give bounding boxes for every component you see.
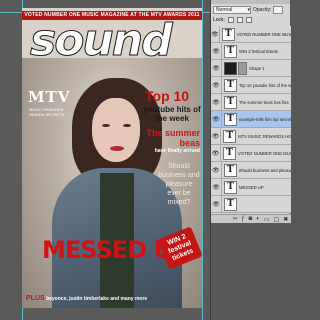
eye-icon[interactable]: 👁: [211, 26, 220, 42]
cover-should-text: Should business and pleasure ever be mix…: [158, 163, 200, 206]
layers-panel: Normal ▾ Opacity: Lock: 👁 T VOTED NUMBER O…: [210, 0, 291, 320]
text-layer-icon[interactable]: T: [224, 44, 237, 58]
adjustment-icon[interactable]: ◐: [256, 216, 260, 222]
layer-name: VOTED NUMBER ONE MUSIC: [238, 150, 291, 156]
layer-name: Should business and pleasur: [238, 167, 291, 173]
cover-photo-eye: [123, 124, 131, 127]
layer-row[interactable]: 👁 T Top 10 youtube hits of the w: [211, 77, 291, 94]
text-layer-icon[interactable]: T: [223, 129, 237, 143]
cover-footer-plus: PLUS: [26, 295, 45, 302]
mask-icon[interactable]: ◙: [249, 216, 253, 222]
lock-label: Lock:: [213, 17, 225, 23]
blend-mode-value: Normal: [216, 6, 233, 13]
layer-row[interactable]: 👁 T MTV MUSIC REWARDS HIDD: [211, 128, 291, 145]
eye-icon[interactable]: 👁: [211, 179, 222, 195]
layer-row[interactable]: 👁 T VOTED NUMBER ONE MUSIC: [211, 145, 291, 162]
vector-mask-thumbnail[interactable]: [238, 61, 247, 75]
text-layer-icon[interactable]: T: [223, 78, 237, 92]
eye-icon[interactable]: 👁: [211, 128, 222, 144]
text-layer-icon[interactable]: T: [221, 27, 235, 41]
document-canvas[interactable]: VOTED NUMBER ONE MUSIC MAGAZINE AT THE M…: [0, 0, 210, 320]
opacity-input[interactable]: [273, 5, 284, 14]
layer-row[interactable]: 👁 T MESSED UP: [211, 179, 291, 196]
layer-name: Top 10 youtube hits of the w: [238, 82, 291, 88]
layer-name: VOTED NUMBER ONE MUSIC MAG: [236, 31, 291, 37]
lock-pixels-toggle[interactable]: [236, 17, 243, 23]
text-layer-icon[interactable]: T: [224, 95, 237, 109]
chevron-down-icon: ▾: [247, 6, 250, 13]
trash-icon[interactable]: ✖: [283, 216, 288, 223]
layer-name: WIN 2 festival tickets: [239, 48, 278, 54]
cover-footer: PLUS beyonce, justin timberlake and many…: [22, 293, 202, 305]
layer-name: example-tells him top secret: [238, 116, 291, 122]
cover-masthead: sound: [30, 15, 174, 66]
magazine-cover: VOTED NUMBER ONE MUSIC MAGAZINE AT THE M…: [22, 8, 202, 308]
eye-icon[interactable]: 👁: [211, 111, 222, 127]
layer-name: MTV MUSIC REWARDS HIDD: [238, 133, 291, 139]
text-layer-icon[interactable]: T: [224, 197, 237, 211]
text-layer-icon[interactable]: T: [224, 180, 237, 194]
eye-icon[interactable]: 👁: [211, 43, 222, 59]
folder-icon[interactable]: ▭: [264, 216, 270, 223]
cover-mtv-subtitle: MUSIC REWARDS HIDDEN SECRETS: [29, 107, 65, 117]
new-layer-icon[interactable]: ▢: [274, 216, 280, 223]
panel-empty-area: [211, 223, 291, 320]
cover-photo-lips: [110, 146, 124, 151]
fx-icon[interactable]: ƒ: [241, 216, 244, 222]
link-icon[interactable]: ∞: [233, 216, 237, 222]
layer-row[interactable]: 👁 T The summer beas has fina: [211, 94, 291, 111]
cover-top10-subtitle: youtube hits of the week: [143, 105, 201, 123]
cover-summer-subtitle: have finally arrived: [154, 148, 200, 154]
cover-mtv: MTV: [28, 88, 71, 106]
cover-summer-headline: The summer beas: [146, 128, 200, 148]
cover-footer-text: beyonce, justin timberlake and many more: [46, 296, 148, 302]
layer-row[interactable]: 👁 T Should business and pleasur: [211, 162, 291, 179]
eye-icon[interactable]: 👁: [211, 77, 222, 93]
opacity-label: Opacity:: [253, 6, 272, 13]
layer-row[interactable]: 👁 T WIN 2 festival tickets: [211, 43, 291, 60]
layer-name: Shape 1: [249, 65, 265, 71]
eye-icon[interactable]: 👁: [211, 60, 222, 76]
guide-line[interactable]: [202, 0, 203, 320]
eye-icon[interactable]: 👁: [211, 145, 222, 161]
eye-icon[interactable]: 👁: [211, 162, 222, 178]
text-layer-icon[interactable]: T: [223, 112, 237, 126]
cover-top10: Top 10: [145, 88, 190, 104]
lock-row: Lock:: [211, 15, 290, 25]
shape-layer-thumbnail[interactable]: [224, 61, 237, 75]
lock-position-toggle[interactable]: [245, 17, 252, 23]
lock-transparency-toggle[interactable]: [227, 17, 234, 23]
blend-row: Normal ▾ Opacity:: [211, 4, 290, 15]
layers-bottom-bar: ∞ ƒ ◙ ◐ ▭ ▢ ✖: [211, 214, 291, 223]
layer-row[interactable]: 👁 Shape 1: [211, 60, 291, 77]
eye-icon[interactable]: 👁: [211, 196, 222, 212]
cover-photo-eye: [102, 124, 110, 127]
layer-name: The summer beas has fina: [239, 99, 289, 105]
layer-name: MESSED UP: [239, 184, 264, 190]
layer-row[interactable]: 👁TVOTED NUMBER ONE MUSIC MAG: [211, 26, 291, 43]
text-layer-icon[interactable]: T: [223, 163, 237, 177]
layer-row[interactable]: 👁 Texample-tells him top secret: [211, 111, 291, 128]
eye-icon[interactable]: 👁: [211, 94, 222, 110]
text-layer-icon[interactable]: T: [223, 146, 237, 160]
blend-mode-select[interactable]: Normal ▾: [213, 5, 251, 14]
layer-row[interactable]: 👁 T: [211, 196, 291, 213]
